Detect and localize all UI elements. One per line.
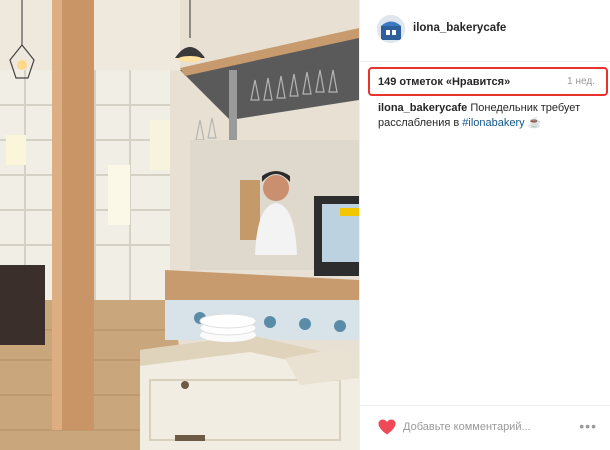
caption-username-link[interactable]: ilona_bakerycafe (378, 102, 467, 114)
profile-avatar[interactable] (377, 15, 405, 43)
post-header: ilona_bakerycafe (360, 0, 610, 62)
avatar-image (377, 15, 405, 43)
post-time[interactable]: 1 нед. (567, 76, 595, 87)
coffee-emoji: ☕ (527, 117, 542, 129)
comment-input[interactable] (403, 418, 573, 436)
post-photo[interactable] (0, 0, 359, 450)
likes-highlight-box: 149 отметок «Нравится» 1 нед. (368, 67, 608, 96)
likes-count[interactable]: 149 отметок «Нравится» (378, 76, 510, 88)
comment-bar: ••• (360, 405, 610, 450)
caption-hashtag-link[interactable]: #ilonabakery (462, 117, 524, 129)
heart-icon[interactable] (378, 419, 396, 435)
post-details-panel: ilona_bakerycafe 149 отметок «Нравится» … (359, 0, 610, 450)
cafe-interior-image (0, 0, 359, 450)
more-options-icon[interactable]: ••• (579, 418, 597, 434)
post-caption: ilona_bakerycafe Понедельник требует рас… (378, 101, 600, 131)
username-link[interactable]: ilona_bakerycafe (413, 22, 506, 34)
